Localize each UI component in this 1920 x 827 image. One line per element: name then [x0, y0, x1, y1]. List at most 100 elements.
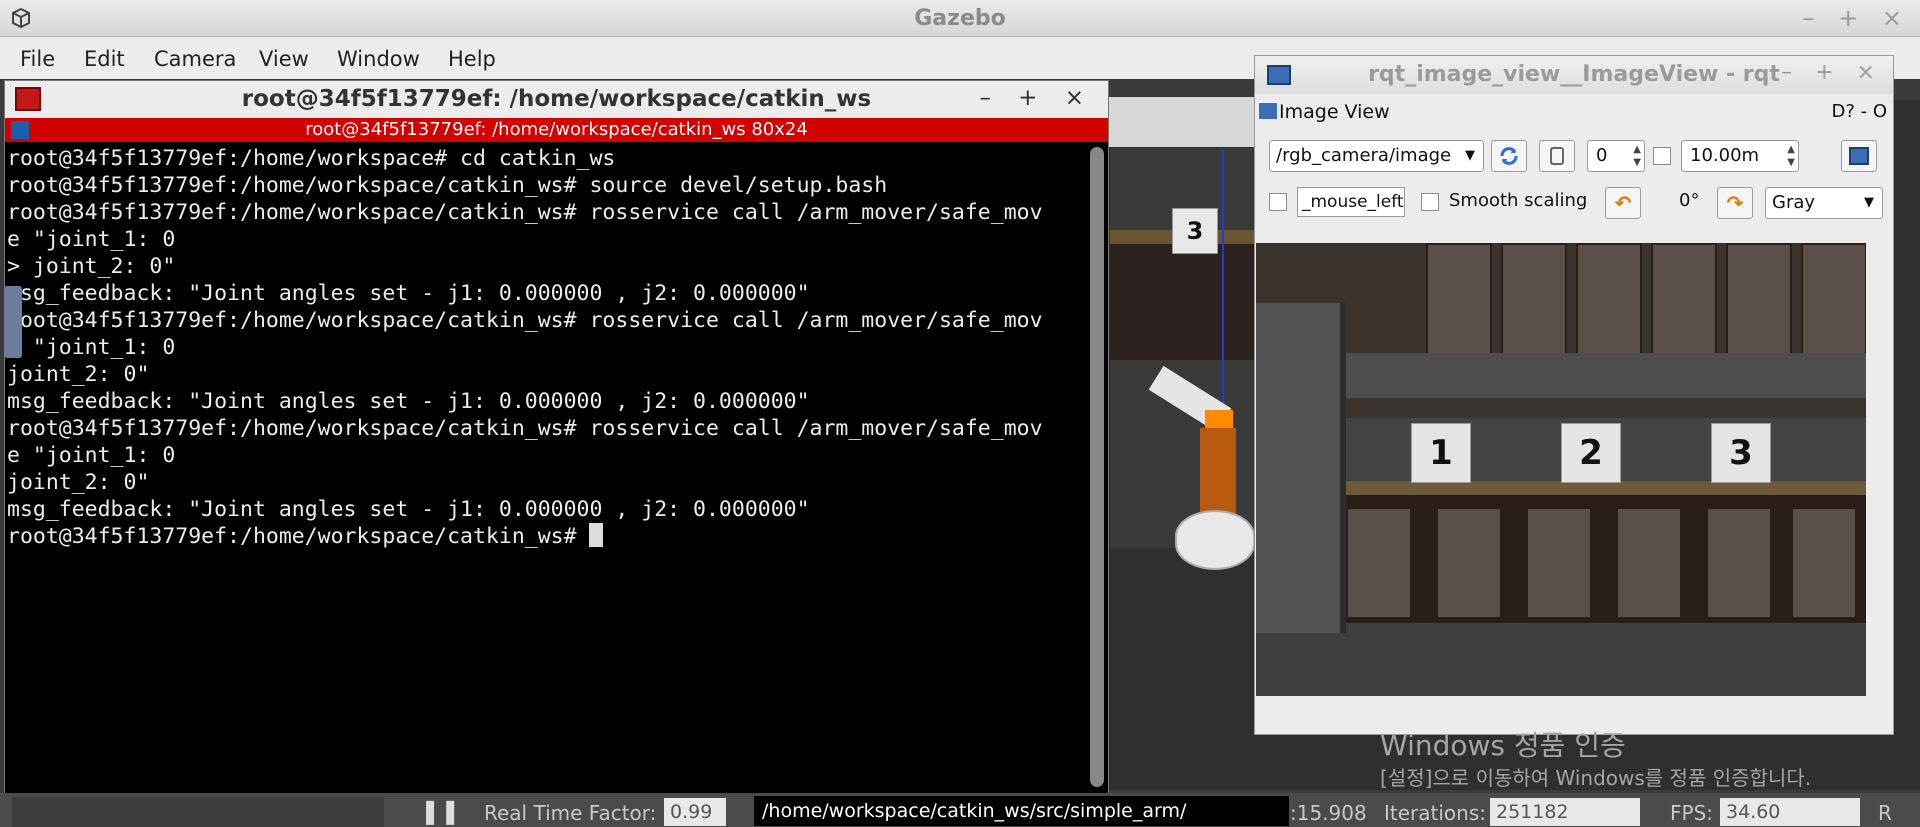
topic-select[interactable]: /rgb_camera/image ▼: [1269, 140, 1484, 172]
rtf-label: Real Time Factor:: [484, 801, 657, 825]
activation-watermark-title: Windows 정품 인증: [1380, 729, 1626, 762]
side-panel-handle[interactable]: [4, 286, 22, 358]
chevron-down-icon: ▼: [1465, 148, 1475, 163]
terminal-window-title: root@34f5f13779ef: /home/workspace/catki…: [241, 86, 872, 112]
gazebo-window-controls[interactable]: – + ×: [1803, 4, 1910, 32]
terminal-window[interactable]: root@34f5f13779ef: /home/workspace/catki…: [4, 80, 1109, 795]
terminal-title-bar: root@34f5f13779ef: /home/workspace/catki…: [5, 81, 1108, 118]
menu-camera[interactable]: Camera: [154, 47, 236, 71]
scene-camera-ray: [1222, 150, 1224, 430]
zoom-spinbox-value: 0: [1596, 145, 1608, 166]
mouse-publish-checkbox[interactable]: [1269, 193, 1287, 211]
rotate-left-button[interactable]: ↶: [1605, 187, 1641, 219]
fps-label: FPS:: [1670, 801, 1713, 825]
topic-select-value: /rgb_camera/image: [1276, 145, 1452, 166]
terminal-line: root@34f5f13779ef:/home/workspace/catkin…: [7, 416, 1043, 441]
zoom-fit-button[interactable]: [1539, 140, 1575, 172]
gazebo-title-bar: Gazebo – + ×: [0, 0, 1920, 37]
save-icon: [1849, 147, 1869, 165]
terminal-scrollbar[interactable]: [1090, 147, 1104, 787]
shelf-cell: [1346, 507, 1412, 619]
arm-joint[interactable]: [1205, 410, 1233, 428]
max-range-spinbox[interactable]: 10.00m ▲ ▼: [1681, 140, 1799, 172]
spin-arrows-icon[interactable]: ▲ ▼: [1633, 143, 1641, 169]
mouse-topic-field[interactable]: _mouse_left: [1297, 187, 1405, 217]
zoom-fit-icon: [1550, 147, 1564, 165]
camera-block-1: 1: [1411, 423, 1471, 483]
terminal-cursor: [589, 523, 604, 547]
wall-panel: [1726, 243, 1792, 358]
rotate-right-button[interactable]: ↷: [1717, 187, 1753, 219]
menu-view[interactable]: View: [259, 47, 309, 71]
rtf-value: 0.99: [664, 798, 726, 826]
arm-base[interactable]: [1175, 510, 1255, 570]
iterations-label: Iterations:: [1384, 801, 1486, 825]
terminal-window-controls[interactable]: – + ×: [979, 85, 1094, 111]
terminal-line: msg_feedback: "Joint angles set - j1: 0.…: [7, 389, 810, 414]
camera-shelf-ledge: [1256, 481, 1866, 495]
camera-shelf-lower: [1331, 495, 1866, 625]
wall-panel: [1651, 243, 1717, 358]
terminal-prompt-line[interactable]: root@34f5f13779ef:/home/workspace/catkin…: [7, 523, 1089, 550]
wall-panel: [1501, 243, 1567, 358]
menu-help[interactable]: Help: [448, 47, 496, 71]
rotate-left-icon: ↶: [1614, 191, 1632, 215]
iterations-value: 251182: [1490, 798, 1640, 826]
menu-edit[interactable]: Edit: [84, 47, 125, 71]
menu-file[interactable]: File: [20, 47, 55, 71]
wall-panel: [1426, 243, 1492, 358]
rqt-plugin-bar: Image View D? - O: [1255, 100, 1893, 128]
plugin-controls[interactable]: D? - O: [1831, 101, 1887, 122]
dynamic-range-checkbox[interactable]: [1653, 147, 1671, 165]
shelf-cell: [1706, 507, 1772, 619]
gazebo-window-title: Gazebo: [914, 6, 1006, 31]
terminal-tab-label: root@34f5f13779ef: /home/workspace/catki…: [305, 119, 808, 140]
terminal-line: msg_feedback: "Joint angles set - j1: 0.…: [7, 281, 810, 306]
terminal-output[interactable]: root@34f5f13779ef:/home/workspace# cd ca…: [7, 145, 1089, 785]
status-left-panel: [12, 797, 384, 827]
rotate-right-icon: ↷: [1726, 191, 1744, 215]
gazebo-toolbar: [1090, 97, 1260, 147]
terminal-line: e "joint_1: 0: [7, 335, 176, 360]
refresh-topics-button[interactable]: [1491, 140, 1527, 172]
wall-panel: [1801, 243, 1866, 358]
terminal-line: e "joint_1: 0: [7, 443, 176, 468]
camera-image[interactable]: 1 2 3: [1256, 243, 1866, 696]
image-view-icon: [1259, 103, 1277, 119]
smooth-scaling-checkbox[interactable]: [1421, 193, 1439, 211]
terminal-line: root@34f5f13779ef:/home/workspace/catkin…: [7, 200, 1043, 225]
terminal-line: > joint_2: 0": [7, 254, 176, 279]
spin-arrows-icon[interactable]: ▲ ▼: [1787, 143, 1795, 169]
smooth-scaling-label: Smooth scaling: [1449, 190, 1588, 211]
reset-time-button[interactable]: R: [1878, 801, 1892, 825]
rqt-title-bar: rqt_image_view__ImageView - rqt – + ×: [1255, 56, 1893, 94]
color-scheme-value: Gray: [1772, 192, 1816, 213]
fps-value: 34.60: [1720, 798, 1860, 826]
terminal-prompt: root@34f5f13779ef:/home/workspace/catkin…: [7, 524, 590, 549]
terminal-line: joint_2: 0": [7, 362, 150, 387]
terminal-tab[interactable]: root@34f5f13779ef: /home/workspace/catki…: [5, 118, 1108, 142]
terminal-line: msg_feedback: "Joint angles set - j1: 0.…: [7, 497, 810, 522]
rotation-label: 0°: [1679, 190, 1700, 211]
status-path-tooltip: /home/workspace/catkin_ws/src/simple_arm…: [754, 796, 1289, 826]
camera-foreground-object: [1256, 303, 1346, 633]
camera-block-3: 3: [1711, 423, 1771, 483]
activation-watermark-text: [설정]으로 이동하여 Windows를 정품 인증합니다.: [1380, 766, 1812, 790]
sim-time-fragment: :15.908: [1290, 801, 1367, 825]
color-scheme-select[interactable]: Gray ▼: [1765, 187, 1883, 219]
rqt-window-controls[interactable]: – + ×: [1781, 60, 1883, 85]
zoom-spinbox[interactable]: 0 ▲ ▼: [1587, 140, 1645, 172]
terminal-line: joint_2: 0": [7, 470, 150, 495]
shelf-cell: [1791, 507, 1857, 619]
menu-window[interactable]: Window: [337, 47, 420, 71]
camera-shelf-top: [1346, 353, 1866, 398]
pause-icon[interactable]: ❚❚: [420, 797, 460, 825]
scene-block[interactable]: 3: [1172, 208, 1218, 254]
chevron-down-icon: ▼: [1864, 195, 1874, 210]
gazebo-status-bar: ❚❚ Real Time Factor: 0.99 /home/workspac…: [0, 793, 1920, 827]
plugin-title: Image View: [1279, 101, 1390, 123]
terminal-line: e "joint_1: 0: [7, 227, 176, 252]
save-image-button[interactable]: [1841, 140, 1877, 172]
shelf-cell: [1436, 507, 1502, 619]
shelf-cell: [1526, 507, 1592, 619]
